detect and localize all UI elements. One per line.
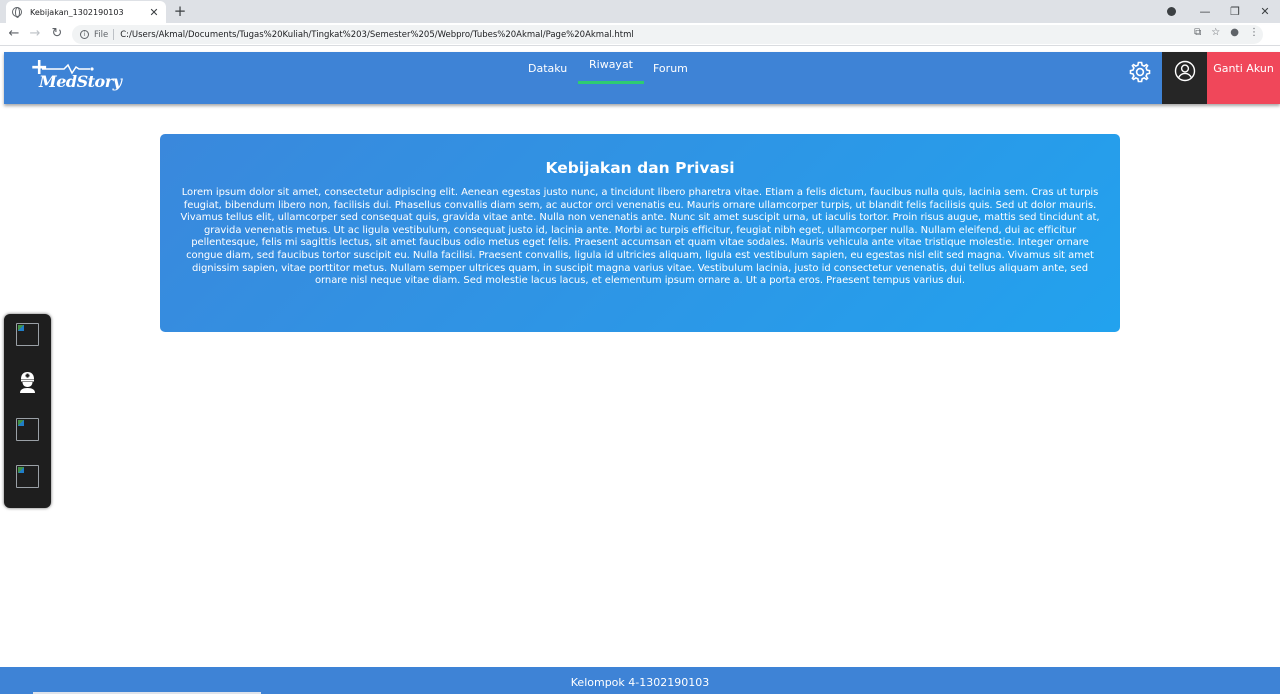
page-title: Kebijakan dan Privasi [545,159,735,177]
back-button[interactable]: ← [6,26,22,42]
close-window-button[interactable]: ✕ [1250,5,1280,18]
minimize-button[interactable]: — [1190,5,1220,18]
user-account-button[interactable] [1162,52,1207,104]
policy-card: Kebijakan dan Privasi Lorem ipsum dolor … [160,134,1120,332]
nav-item-riwayat[interactable]: Riwayat [578,58,644,84]
restore-button[interactable]: ❐ [1220,5,1250,18]
page-footer: Kelompok 4-1302190103 [0,667,1280,694]
gear-icon[interactable] [1128,60,1152,84]
new-tab-button[interactable]: + [172,2,188,20]
browser-toolbar: ← → ↻ i File C:/Users/Akmal/Documents/Tu… [0,23,1280,46]
side-bar-item-3[interactable] [16,418,39,442]
nav-item-dataku[interactable]: Dataku [528,62,567,75]
toolbar-icons: ⧉ ☆ ● ⋮ [1194,27,1259,38]
menu-icon[interactable]: ⋮ [1249,27,1259,38]
app-header: + MedStory Dataku Riwayat Forum Ganti Ak… [4,52,1280,104]
ganti-akun-button[interactable]: Ganti Akun [1207,52,1280,104]
tab-close-button[interactable]: ✕ [148,6,160,19]
browser-tab[interactable]: Kebijakan_1302190103 ✕ [6,1,166,23]
footer-text: Kelompok 4-1302190103 [570,676,710,689]
user-circle-icon [1174,60,1195,82]
profile-indicator-icon[interactable] [1167,7,1176,16]
divider [113,29,115,40]
forward-button[interactable]: → [27,26,43,42]
reload-button[interactable]: ↻ [49,26,65,42]
browser-tab-bar: Kebijakan_1302190103 ✕ + — ❐ ✕ [0,0,1280,23]
nav-item-forum[interactable]: Forum [653,62,688,75]
info-icon[interactable]: i [80,30,89,39]
globe-icon [12,7,22,18]
scheme-label: File [94,29,109,40]
side-bar-item-2[interactable] [16,370,39,394]
logo-text: MedStory [39,72,122,91]
policy-body-text: Lorem ipsum dolor sit amet, consectetur … [180,187,1100,287]
side-bar-item-1[interactable] [16,323,39,347]
medstory-logo[interactable]: + MedStory [30,57,122,94]
translate-icon[interactable]: ⧉ [1194,27,1201,38]
doctor-icon [20,372,35,393]
broken-image-icon [16,418,39,441]
tab-title: Kebijakan_1302190103 [30,7,124,17]
broken-image-icon [16,465,39,488]
floating-side-bar [4,314,51,508]
address-bar[interactable]: i File C:/Users/Akmal/Documents/Tugas%20… [72,25,1263,44]
account-icon[interactable]: ● [1230,27,1239,38]
window-controls: — ❐ ✕ [1167,0,1280,23]
url-text[interactable]: C:/Users/Akmal/Documents/Tugas%20Kuliah/… [120,30,634,40]
bookmark-star-icon[interactable]: ☆ [1211,27,1220,38]
broken-image-icon [16,323,39,346]
side-bar-item-4[interactable] [16,465,39,489]
